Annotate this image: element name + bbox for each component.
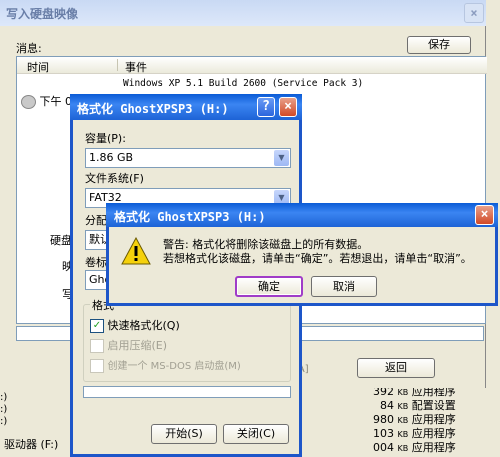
bg-line: :) (0, 404, 8, 415)
format-progress-bar (83, 386, 291, 398)
compression-checkbox: 启用压缩(E) (90, 337, 167, 353)
quick-format-label: 快速格式化(Q) (107, 319, 180, 332)
file-size: 84 (380, 399, 394, 412)
file-unit: KB (397, 444, 409, 453)
file-row[interactable]: 980 KB 应用程序 (362, 413, 500, 427)
msdos-label: 创建一个 MS-DOS 启动盘(M) (107, 361, 241, 372)
file-type: 应用程序 (411, 413, 456, 426)
drive-label[interactable]: 驱动器 (F:) (4, 436, 58, 452)
main-close-icon[interactable]: × (464, 3, 484, 23)
main-titlebar[interactable]: 写入硬盘映像 × (0, 0, 486, 26)
alloc-label: 分配 (85, 214, 107, 227)
file-size: 004 (373, 441, 394, 454)
file-unit: KB (397, 416, 409, 425)
filesystem-label: 文件系统(F) (85, 172, 144, 185)
format-options-group: 格式 ✓ 快速格式化(Q) 启用压缩(E) 创建一个 MS-DOS 启动盘(M) (83, 297, 291, 382)
warning-dialog: 格式化 GhostXPSP3 (H:) × 警告: 格式化将删除该磁盘上的所有数… (106, 203, 498, 306)
column-time[interactable]: 时间 (27, 59, 49, 75)
warning-titlebar[interactable]: 格式化 GhostXPSP3 (H:) × (106, 203, 498, 227)
bg-line: :) (0, 392, 8, 403)
save-button[interactable]: 保存 (407, 36, 471, 54)
checkbox-icon (90, 339, 104, 353)
ok-button[interactable]: 确定 (235, 276, 303, 297)
warning-icon (121, 237, 151, 265)
file-size: 980 (373, 413, 394, 426)
format-titlebar[interactable]: 格式化 GhostXPSP3 (H:) ? × (70, 94, 302, 120)
format-close-icon[interactable]: × (279, 97, 297, 117)
checkbox-icon (90, 359, 104, 373)
help-icon[interactable]: ? (257, 97, 275, 117)
warning-close-icon[interactable]: × (475, 205, 494, 225)
cancel-button[interactable]: 取消 (311, 276, 377, 297)
log-row[interactable]: 下午 0 (21, 93, 72, 109)
main-title: 写入硬盘映像 (6, 7, 79, 21)
checkmark-icon[interactable]: ✓ (90, 319, 104, 333)
compression-label: 启用压缩(E) (107, 339, 168, 352)
background-text: :) :) :) (0, 392, 40, 428)
close-button[interactable]: 关闭(C) (223, 424, 289, 444)
volume-label: 卷标 (85, 256, 107, 269)
file-row[interactable]: 84 KB 配置设置 (362, 399, 500, 413)
start-button[interactable]: 开始(S) (151, 424, 217, 444)
format-title: 格式化 GhostXPSP3 (H:) (77, 102, 229, 116)
file-type: 应用程序 (411, 441, 456, 454)
side-label-disk: 硬盘 (50, 234, 72, 247)
log-info-icon (21, 95, 36, 109)
warning-line2: 若想格式化该磁盘，请单击“确定”。若想退出，请单击“取消”。 (163, 252, 472, 265)
file-unit: KB (397, 430, 409, 439)
quick-format-checkbox[interactable]: ✓ 快速格式化(Q) (90, 317, 180, 333)
msdos-checkbox: 创建一个 MS-DOS 启动盘(M) (90, 357, 241, 373)
capacity-value: 1.86 GB (89, 151, 134, 164)
log-header: 时间 事件 (17, 57, 487, 74)
file-row[interactable]: 004 KB 应用程序 (362, 441, 500, 455)
column-event[interactable]: 事件 (125, 59, 147, 75)
log-event-text: Windows XP 5.1 Build 2600 (Service Pack … (123, 78, 364, 89)
back-button[interactable]: 返回 (357, 358, 435, 378)
messages-label: 消息: (16, 42, 42, 55)
file-size: 103 (373, 427, 394, 440)
log-time: 下午 0 (39, 95, 73, 108)
capacity-select[interactable]: 1.86 GB ▼ (85, 148, 291, 168)
warning-title: 格式化 GhostXPSP3 (H:) (114, 210, 266, 224)
chevron-down-icon[interactable]: ▼ (274, 150, 289, 166)
file-unit: KB (397, 388, 409, 397)
file-list: 392 KB 应用程序 84 KB 配置设置 980 KB 应用程序 103 K… (362, 385, 500, 455)
file-unit: KB (397, 402, 409, 411)
bg-line: :) (0, 416, 8, 427)
capacity-label: 容量(P): (85, 132, 126, 145)
file-row[interactable]: 103 KB 应用程序 (362, 427, 500, 441)
file-type: 配置设置 (411, 399, 456, 412)
file-type: 应用程序 (411, 427, 456, 440)
column-divider (117, 59, 118, 71)
